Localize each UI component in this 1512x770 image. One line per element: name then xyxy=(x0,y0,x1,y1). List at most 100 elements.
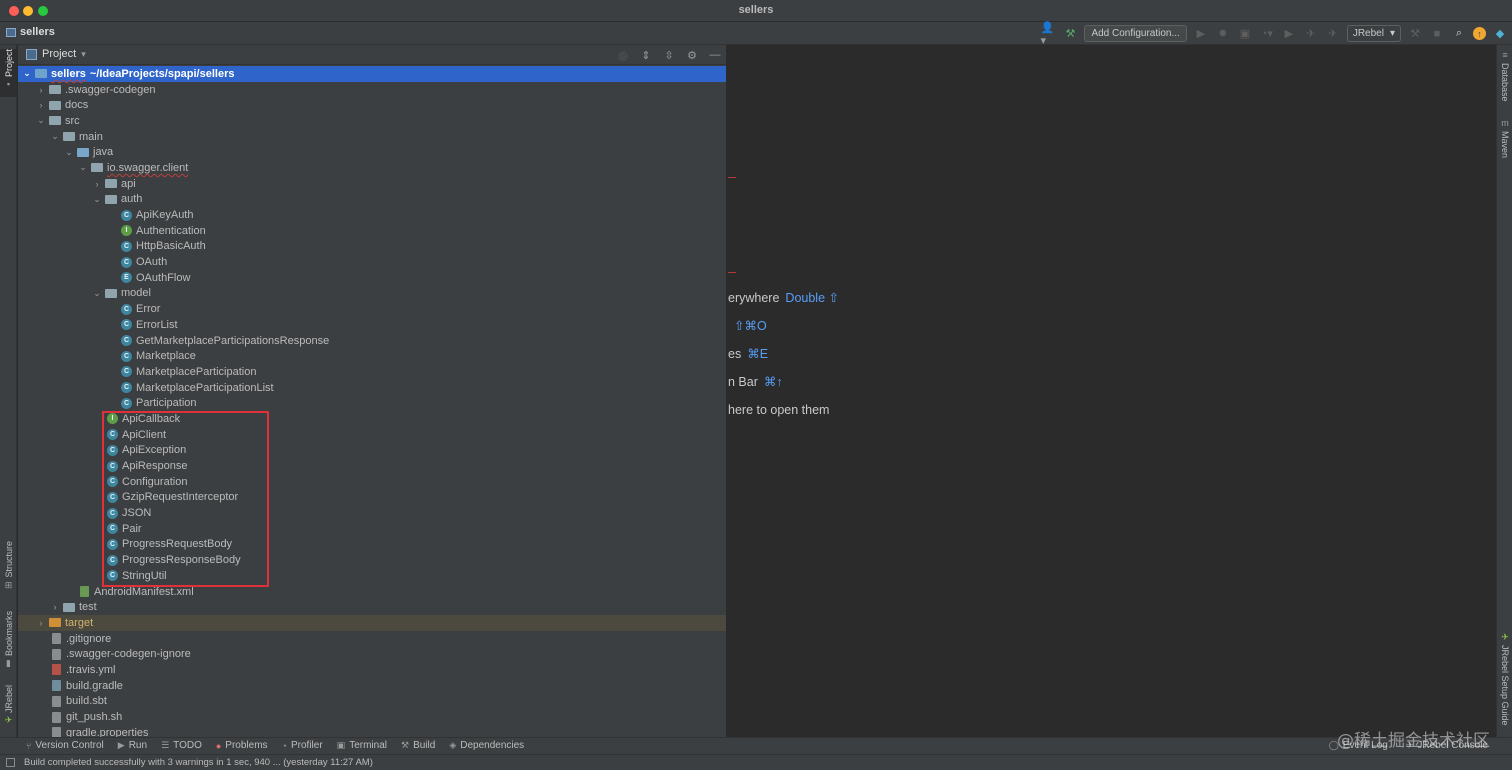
chevron-right-icon[interactable]: › xyxy=(50,602,60,612)
tab-database[interactable]: ≡ Database xyxy=(1497,51,1512,109)
run-icon[interactable]: ▶ xyxy=(1193,26,1209,42)
tree-node-file[interactable]: .travis.yml xyxy=(18,662,726,678)
add-configuration-button[interactable]: Add Configuration... xyxy=(1084,25,1187,42)
tree-node-class[interactable]: C Marketplace xyxy=(18,348,726,364)
tab-dependencies[interactable]: ◈ Dependencies xyxy=(449,740,524,751)
tree-node-class[interactable]: C GetMarketplaceParticipationsResponse xyxy=(18,333,726,349)
chevron-down-icon[interactable]: ⌄ xyxy=(64,147,74,158)
coverage-icon[interactable]: ▣ xyxy=(1237,26,1253,42)
tree-node-class[interactable]: C MarketplaceParticipationList xyxy=(18,380,726,396)
tree-node-file[interactable]: build.gradle xyxy=(18,678,726,694)
tree-node-file[interactable]: .swagger-codegen-ignore xyxy=(18,646,726,662)
chevron-right-icon[interactable]: › xyxy=(36,618,46,628)
chevron-down-icon[interactable]: ⌄ xyxy=(22,68,32,79)
tab-run[interactable]: ▶ Run xyxy=(118,740,147,751)
tab-jrebel-setup-guide[interactable]: ✈ JRebel Setup Guide xyxy=(1497,633,1512,729)
chevron-right-icon[interactable]: › xyxy=(92,179,102,189)
tree-node-class[interactable]: C ApiClient xyxy=(18,427,726,443)
profile-icon[interactable]: ◔▾ xyxy=(1259,26,1275,42)
expand-all-icon[interactable]: ⇕ xyxy=(638,47,654,63)
search-icon[interactable]: ⌕ xyxy=(1451,26,1467,42)
tree-node-src[interactable]: ⌄ src xyxy=(18,113,726,129)
jrebel-select[interactable]: JRebel ▾ xyxy=(1346,25,1401,42)
tab-structure[interactable]: Structure ⊞ xyxy=(0,541,17,597)
chevron-right-icon[interactable]: › xyxy=(36,85,46,95)
class-icon: C xyxy=(107,476,118,488)
tab-project[interactable]: Project ▪ xyxy=(0,49,17,97)
tree-node-class[interactable]: C JSON xyxy=(18,505,726,521)
hammer-icon[interactable]: ⚒ xyxy=(1407,26,1423,42)
status-message[interactable]: Build completed successfully with 3 warn… xyxy=(24,757,373,768)
tree-node-api[interactable]: › api xyxy=(18,176,726,192)
chevron-down-icon[interactable]: ⌄ xyxy=(78,162,88,173)
user-icon[interactable]: 👤▾ xyxy=(1040,22,1056,47)
toggle-tool-windows-icon[interactable] xyxy=(6,758,15,767)
tab-todo[interactable]: ☰ TODO xyxy=(161,740,202,751)
chevron-down-icon[interactable]: ⌄ xyxy=(36,115,46,126)
breadcrumb[interactable]: sellers xyxy=(6,26,55,38)
tree-node-class[interactable]: C MarketplaceParticipation xyxy=(18,364,726,380)
tree-node-class[interactable]: C ProgressResponseBody xyxy=(18,552,726,568)
tree-node-class[interactable]: C ErrorList xyxy=(18,317,726,333)
debug-icon[interactable]: ✹ xyxy=(1215,26,1231,42)
tree-node-java[interactable]: ⌄ java xyxy=(18,144,726,160)
tree-node-auth[interactable]: ⌄ auth xyxy=(18,192,726,208)
tab-version-control[interactable]: ⑂ Version Control xyxy=(26,740,104,751)
tab-jrebel[interactable]: JRebel ✈ xyxy=(0,685,17,733)
chevron-right-icon[interactable]: › xyxy=(36,100,46,110)
tab-terminal[interactable]: ▣ Terminal xyxy=(337,740,387,751)
file-icon xyxy=(52,695,61,707)
tree-node-docs[interactable]: › docs xyxy=(18,97,726,113)
hammer-build-icon[interactable]: ⚒ xyxy=(1062,26,1078,42)
tree-node-target[interactable]: › target xyxy=(18,615,726,631)
tree-node-class[interactable]: C ApiKeyAuth xyxy=(18,207,726,223)
tree-node-class[interactable]: C Configuration xyxy=(18,474,726,490)
tree-node-class[interactable]: C StringUtil xyxy=(18,568,726,584)
locate-file-icon[interactable]: ◎ xyxy=(615,47,631,63)
update-icon[interactable]: ↑ xyxy=(1473,27,1486,40)
gear-icon[interactable]: ⚙ xyxy=(684,47,700,63)
chevron-down-icon[interactable]: ⌄ xyxy=(92,288,102,299)
breadcrumb-project[interactable]: sellers xyxy=(20,26,55,38)
tree-node-class[interactable]: C ProgressRequestBody xyxy=(18,537,726,553)
tree-node-root[interactable]: ⌄ sellers ~/IdeaProjects/spapi/sellers xyxy=(18,66,726,82)
tab-build[interactable]: ⚒ Build xyxy=(401,740,435,751)
tree-node-file[interactable]: git_push.sh xyxy=(18,709,726,725)
class-icon: C xyxy=(107,429,118,441)
jrebel-update-icon[interactable]: ✈ xyxy=(1325,26,1341,42)
tree-node-enum[interactable]: E OAuthFlow xyxy=(18,270,726,286)
tree-node-main[interactable]: ⌄ main xyxy=(18,129,726,145)
chevron-down-icon[interactable]: ⌄ xyxy=(50,131,60,142)
debug-jrebel-icon[interactable]: ✈ xyxy=(1303,26,1319,42)
project-view-selector[interactable]: Project ▾ xyxy=(26,48,86,60)
tree-node-class[interactable]: C Participation xyxy=(18,395,726,411)
tree-node-file[interactable]: build.sbt xyxy=(18,694,726,710)
tab-profiler[interactable]: ◔ Profiler xyxy=(282,740,323,751)
tree-node-interface[interactable]: I Authentication xyxy=(18,223,726,239)
tree-node-class[interactable]: C ApiException xyxy=(18,443,726,459)
tree-node-class[interactable]: C Error xyxy=(18,301,726,317)
editor-empty-area[interactable]: erywhere Double ⇧ ⇧⌘O es ⌘E n Bar ⌘↑ here t… xyxy=(728,45,1496,737)
tab-bookmarks[interactable]: Bookmarks ▮ xyxy=(0,611,17,673)
tab-problems[interactable]: ● Problems xyxy=(216,740,268,751)
tree-node-class[interactable]: C Pair xyxy=(18,521,726,537)
tree-node-file[interactable]: .gitignore xyxy=(18,631,726,647)
stop-icon[interactable]: ■ xyxy=(1429,26,1445,42)
tree-node-class[interactable]: C OAuth xyxy=(18,254,726,270)
tab-maven[interactable]: m Maven xyxy=(1497,119,1512,165)
tree-node-class[interactable]: C GzipRequestInterceptor xyxy=(18,490,726,506)
tree-node-model[interactable]: ⌄ model xyxy=(18,286,726,302)
hide-panel-icon[interactable]: — xyxy=(707,47,723,63)
collapse-all-icon[interactable]: ⇳ xyxy=(661,47,677,63)
tree-node-swagger-codegen[interactable]: › .swagger-codegen xyxy=(18,82,726,98)
jetbrains-icon[interactable]: ◆ xyxy=(1492,26,1508,42)
tree-node-package[interactable]: ⌄ io.swagger.client xyxy=(18,160,726,176)
tree-node-interface[interactable]: I ApiCallback xyxy=(18,411,726,427)
tree-node-class[interactable]: C ApiResponse xyxy=(18,458,726,474)
tree-node-test[interactable]: › test xyxy=(18,599,726,615)
tree-node-manifest[interactable]: AndroidManifest.xml xyxy=(18,584,726,600)
tree-node-class[interactable]: C HttpBasicAuth xyxy=(18,239,726,255)
chevron-down-icon[interactable]: ⌄ xyxy=(92,194,102,205)
tree-node-file[interactable]: gradle.properties xyxy=(18,725,726,737)
run-jrebel-icon[interactable]: ▶ xyxy=(1281,26,1297,42)
